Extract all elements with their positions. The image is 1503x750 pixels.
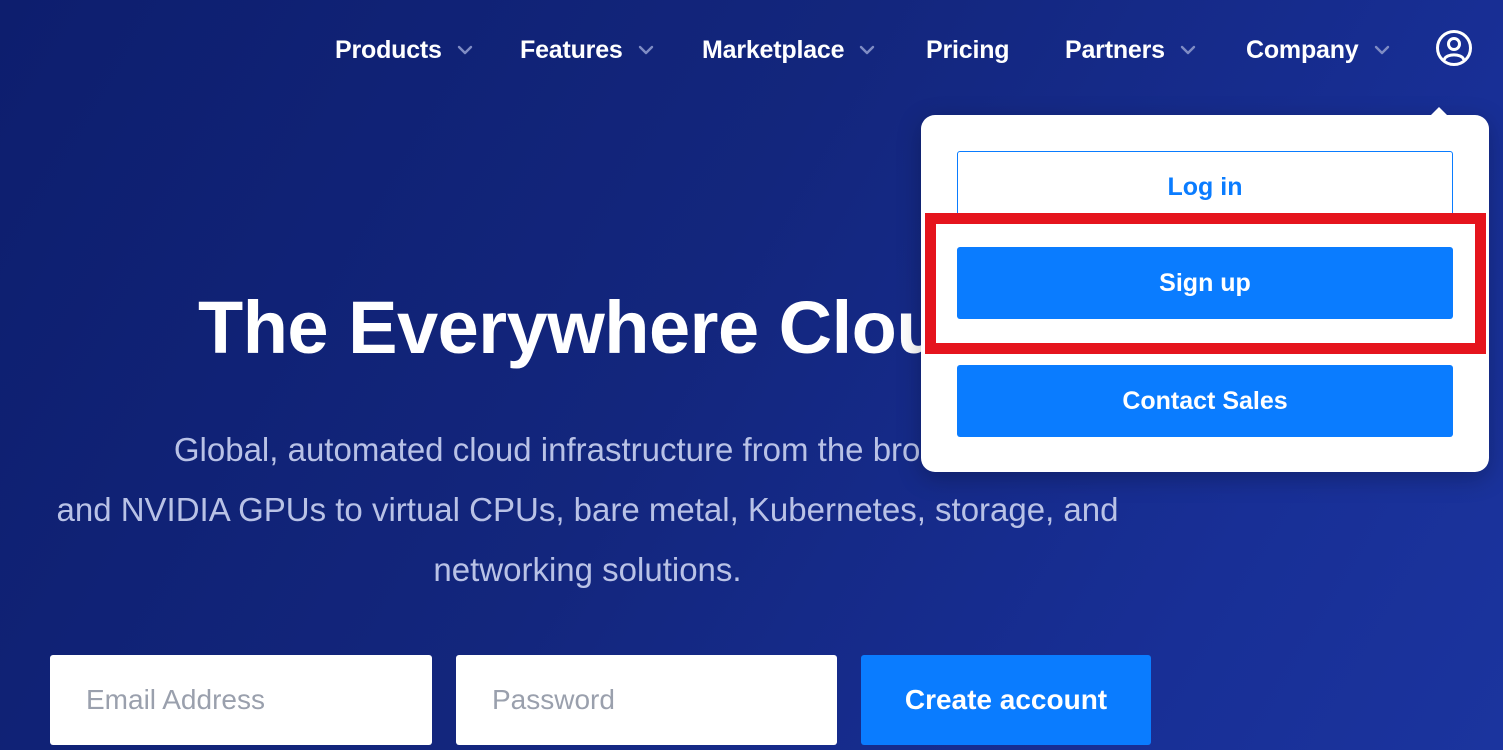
email-field[interactable] xyxy=(50,655,432,745)
nav-item-label: Pricing xyxy=(926,35,1010,64)
chevron-down-icon xyxy=(1369,37,1395,63)
signup-button[interactable]: Sign up xyxy=(957,247,1453,319)
nav-item-label: Partners xyxy=(1065,35,1165,64)
hero-subtitle-line: networking solutions. xyxy=(433,551,742,588)
nav-item-partners[interactable]: Partners xyxy=(1065,30,1201,70)
hero-subtitle-line: and NVIDIA GPUs to virtual CPUs, bare me… xyxy=(56,491,1119,528)
hero-title: The Everywhere Clou xyxy=(198,286,942,369)
create-account-button[interactable]: Create account xyxy=(861,655,1151,745)
chevron-down-icon xyxy=(452,37,478,63)
nav-item-label: Features xyxy=(520,35,623,64)
user-circle-icon[interactable] xyxy=(1435,29,1473,67)
chevron-down-icon xyxy=(633,37,659,63)
chevron-down-icon xyxy=(1175,37,1201,63)
dropdown-caret xyxy=(1430,107,1448,116)
nav-item-label: Company xyxy=(1246,35,1359,64)
top-nav: Products Features Marketplace Pricing Pa… xyxy=(0,0,1503,100)
nav-item-products[interactable]: Products xyxy=(335,30,478,70)
account-dropdown-menu: Log in Sign up Contact Sales xyxy=(921,107,1489,472)
nav-item-company[interactable]: Company xyxy=(1246,30,1395,70)
contact-sales-button[interactable]: Contact Sales xyxy=(957,365,1453,437)
nav-item-marketplace[interactable]: Marketplace xyxy=(702,30,880,70)
nav-item-pricing[interactable]: Pricing xyxy=(926,30,1010,70)
nav-item-label: Marketplace xyxy=(702,35,845,64)
nav-item-features[interactable]: Features xyxy=(520,30,659,70)
password-field[interactable] xyxy=(456,655,837,745)
login-button[interactable]: Log in xyxy=(957,151,1453,223)
chevron-down-icon xyxy=(854,37,880,63)
nav-item-label: Products xyxy=(335,35,442,64)
